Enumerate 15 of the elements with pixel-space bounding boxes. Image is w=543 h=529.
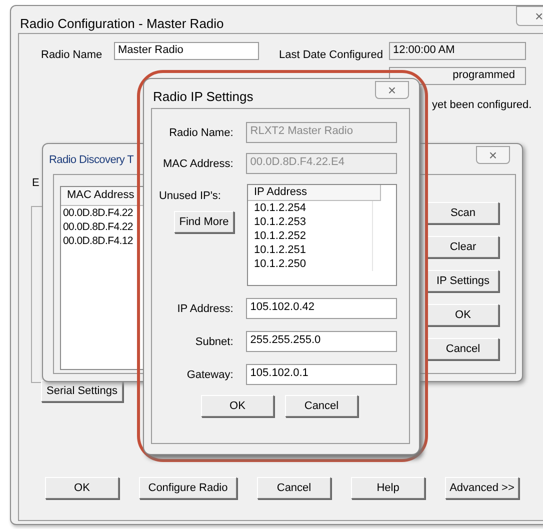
window-title: Radio Configuration - Master Radio [20, 16, 224, 31]
unused-ips-label: Unused IP's: [158, 190, 222, 202]
last-date-label: Last Date Configured [279, 49, 383, 61]
radio-name-label: Radio Name: [168, 126, 234, 138]
mac-address-field: 00.0D.8D.F4.22.E4 [246, 153, 397, 174]
window-title: Radio Discovery T [49, 154, 134, 166]
last-date-field: 12:00:00 AM [389, 42, 526, 60]
window-title: Radio IP Settings [153, 89, 254, 104]
field-label: Gateway: [186, 368, 234, 380]
mac-address-label: MAC Address: [162, 158, 234, 170]
radio-name-label: Radio Name [41, 49, 102, 61]
notice-text: yet been configured. [432, 99, 532, 111]
field-label: IP Address: [176, 302, 234, 314]
radio-name-field: RLXT2 Master Radio [246, 122, 397, 143]
field-label: Subnet: [194, 336, 234, 348]
